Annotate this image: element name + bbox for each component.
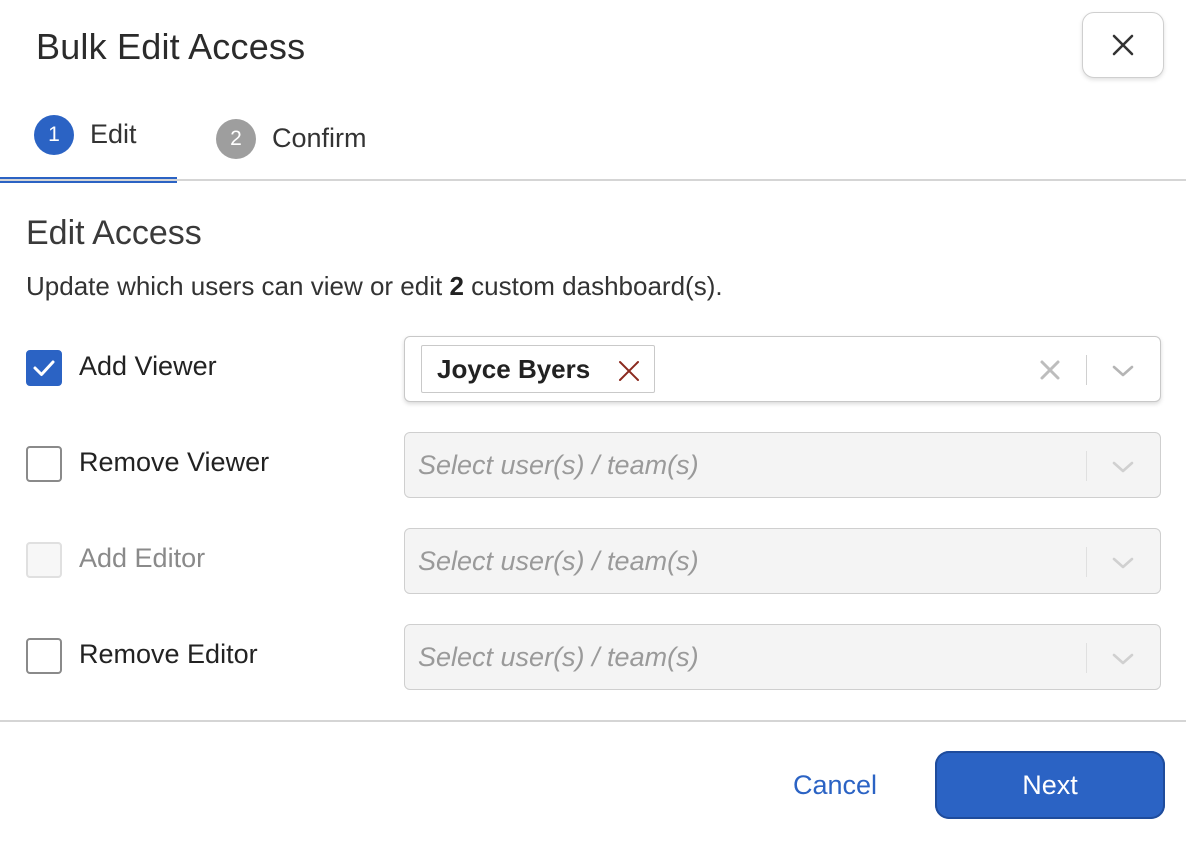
add-editor-label: Add Editor — [79, 543, 206, 573]
description-text: Update which users can view or edit — [26, 271, 450, 301]
tab-label: Edit — [90, 119, 137, 149]
selected-user-chip: Joyce Byers — [421, 345, 655, 393]
access-row-add-editor: Add Editor Select user(s) / team(s) — [0, 528, 1186, 596]
select-divider — [1086, 355, 1087, 385]
close-button[interactable] — [1082, 12, 1164, 78]
chip-label: Joyce Byers — [437, 353, 591, 384]
remove-viewer-checkbox[interactable] — [26, 446, 62, 482]
add-editor-select[interactable]: Select user(s) / team(s) — [404, 528, 1161, 594]
description-text: custom dashboard(s). — [463, 271, 723, 301]
tab-edit[interactable]: 1 Edit — [0, 96, 177, 183]
clear-selection-icon[interactable] — [1039, 359, 1061, 381]
access-row-remove-viewer: Remove Viewer Select user(s) / team(s) — [0, 432, 1186, 500]
dialog-title: Bulk Edit Access — [36, 26, 306, 67]
bulk-edit-dialog: Bulk Edit Access 1 Edit 2 Confirm Edit A… — [0, 0, 1186, 844]
remove-viewer-select[interactable]: Select user(s) / team(s) — [404, 432, 1161, 498]
select-placeholder: Select user(s) / team(s) — [418, 642, 699, 672]
select-placeholder: Select user(s) / team(s) — [418, 546, 699, 576]
add-viewer-label: Add Viewer — [79, 351, 217, 381]
section-description: Update which users can view or edit 2 cu… — [26, 271, 723, 302]
select-divider — [1086, 643, 1087, 673]
tab-confirm[interactable]: 2 Confirm — [216, 96, 367, 181]
remove-viewer-label: Remove Viewer — [79, 447, 270, 477]
add-viewer-checkbox[interactable] — [26, 350, 62, 386]
footer-divider — [0, 720, 1186, 722]
select-divider — [1086, 451, 1087, 481]
chevron-down-icon[interactable] — [1111, 455, 1135, 479]
remove-editor-checkbox[interactable] — [26, 638, 62, 674]
select-placeholder: Select user(s) / team(s) — [418, 450, 699, 480]
stepper-tabs: 1 Edit 2 Confirm — [0, 96, 1186, 183]
remove-editor-select[interactable]: Select user(s) / team(s) — [404, 624, 1161, 690]
cancel-button[interactable]: Cancel — [780, 752, 890, 818]
add-viewer-select[interactable]: Joyce Byers — [404, 336, 1161, 402]
tab-label: Confirm — [272, 123, 367, 153]
select-divider — [1086, 547, 1087, 577]
add-editor-checkbox — [26, 542, 62, 578]
access-row-remove-editor: Remove Editor Select user(s) / team(s) — [0, 624, 1186, 692]
chevron-down-icon[interactable] — [1111, 551, 1135, 575]
close-icon — [1112, 34, 1134, 56]
remove-editor-label: Remove Editor — [79, 639, 258, 669]
step-number-badge: 1 — [34, 114, 74, 155]
dashboard-count: 2 — [449, 271, 464, 301]
access-row-add-viewer: Add Viewer Joyce Byers — [0, 336, 1186, 404]
chevron-down-icon[interactable] — [1111, 647, 1135, 671]
chevron-down-icon[interactable] — [1111, 359, 1135, 383]
next-button[interactable]: Next — [935, 751, 1165, 819]
step-number-badge: 2 — [216, 118, 256, 159]
remove-chip-icon[interactable] — [618, 360, 640, 382]
tabs-divider — [0, 179, 1186, 181]
section-title: Edit Access — [26, 214, 202, 252]
checkmark-icon — [33, 360, 55, 376]
